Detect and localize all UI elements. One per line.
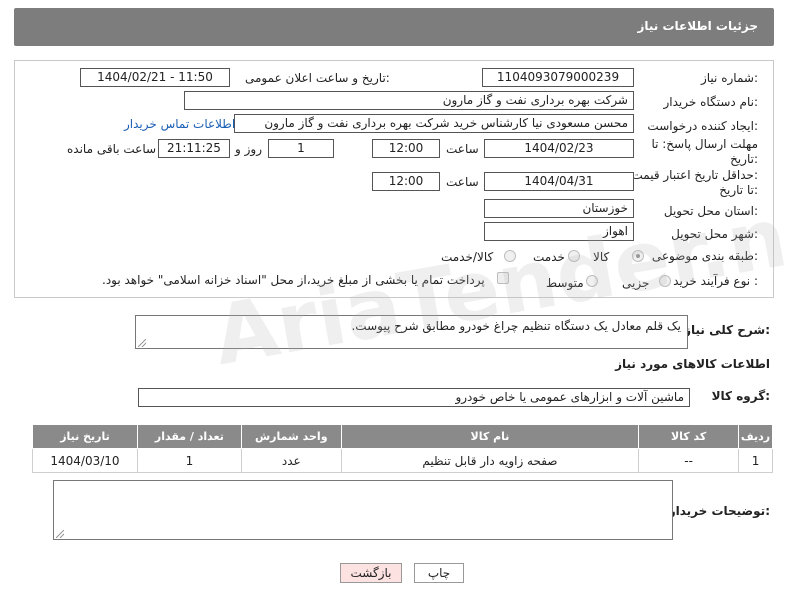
category-radio-goods[interactable] [632,250,644,262]
process-radio-minor[interactable] [659,275,671,287]
city-field: اهواز [484,222,634,241]
creator-label: ایجاد کننده درخواست: [647,119,758,133]
col-name: نام کالا [340,424,640,449]
col-date: تاریخ نیاز [32,424,138,449]
validity-date-label: تا تاریخ: [719,183,758,197]
deadline-time-field: 12:00 [372,139,440,158]
remaining-label: ساعت باقی مانده [67,142,157,156]
deadline-date-field: 1404/02/23 [484,139,634,158]
cell-qty: 1 [136,448,242,473]
col-unit: واحد شمارش [240,424,342,449]
deadline-date-label: تاریخ: [730,152,758,166]
deadline-label: مهلت ارسال پاسخ: تا [651,137,758,151]
cell-name: صفحه زاویه دار قابل تنظیم [340,448,640,473]
page-header: جزئیات اطلاعات نیاز [14,8,774,46]
category-radio-service[interactable] [568,250,580,262]
validity-time-field: 12:00 [372,172,440,191]
col-qty: تعداد / مقدار [136,424,242,449]
validity-date-field: 1404/04/31 [484,172,634,191]
buyer-org-label: نام دستگاه خریدار: [663,95,759,109]
goods-table-header: ردیف کد کالا نام کالا واحد شمارش تعداد /… [32,424,773,449]
goods-group-label: گروه کالا: [711,389,770,403]
page-title: جزئیات اطلاعات نیاز [637,19,758,33]
category-option-goods-service: کالا/خدمت [441,250,494,264]
buyer-notes-textarea[interactable] [53,480,673,540]
print-button[interactable]: چاپ [414,563,464,583]
city-label: شهر محل تحویل: [671,227,758,241]
payment-note: پرداخت تمام یا بخشی از مبلغ خرید،از محل … [102,273,485,287]
validity-time-label: ساعت [446,175,479,189]
cell-code: -- [638,448,740,473]
table-row: 1 -- صفحه زاویه دار قابل تنظیم عدد 1 140… [32,448,773,473]
goods-section-title: اطلاعات کالاهای مورد نیاز [615,357,770,371]
deadline-time-label: ساعت [446,142,479,156]
announce-datetime-field: 1404/02/21 - 11:50 [80,68,230,87]
back-button[interactable]: بازگشت [340,563,402,583]
process-option-medium: متوسط [546,276,584,290]
need-number-label: شماره نیاز: [700,71,758,85]
province-field: خوزستان [484,199,634,218]
category-option-service: خدمت [533,250,565,264]
category-option-goods: کالا [593,250,610,264]
days-remaining-field: 1 [268,139,334,158]
announce-label: تاریخ و ساعت اعلان عمومی: [245,71,390,85]
col-row: ردیف [738,424,773,449]
process-radio-medium[interactable] [586,275,598,287]
col-code: کد کالا [638,424,740,449]
buyer-notes-label: توضیحات خریدار: [668,504,770,518]
cell-unit: عدد [240,448,342,473]
remaining-time-field: 21:11:25 [158,139,230,158]
buyer-contact-link[interactable]: اطلاعات تماس خریدار [124,117,235,131]
payment-checkbox[interactable] [497,272,509,284]
description-text: یک قلم معادل یک دستگاه تنظیم چراغ خودرو … [351,319,681,333]
resize-grip-icon[interactable] [138,339,146,347]
category-label: طبقه بندی موضوعی: [651,249,758,263]
process-option-minor: جزیی [622,276,650,290]
process-label: نوع فرآیند خرید : [673,274,758,288]
creator-field: محسن مسعودی نیا کارشناس خرید شرکت بهره ب… [234,114,634,133]
description-label: شرح کلی نیاز: [684,323,770,337]
validity-label: حداقل تاریخ اعتبار قیمت: [631,168,758,182]
province-label: استان محل تحویل: [663,204,758,218]
buyer-org-field: شرکت بهره برداری نفت و گاز مارون [184,91,634,110]
goods-group-field: ماشین آلات و ابزارهای عمومی یا خاص خودرو [138,388,690,407]
cell-date: 1404/03/10 [32,448,138,473]
need-number-field: 1104093079000239 [482,68,634,87]
description-textarea[interactable]: یک قلم معادل یک دستگاه تنظیم چراغ خودرو … [135,315,688,349]
days-label: روز و [235,142,262,156]
category-radio-goods-service[interactable] [504,250,516,262]
cell-row: 1 [738,448,773,473]
resize-grip-icon[interactable] [56,530,64,538]
goods-table: ردیف کد کالا نام کالا واحد شمارش تعداد /… [32,424,773,473]
